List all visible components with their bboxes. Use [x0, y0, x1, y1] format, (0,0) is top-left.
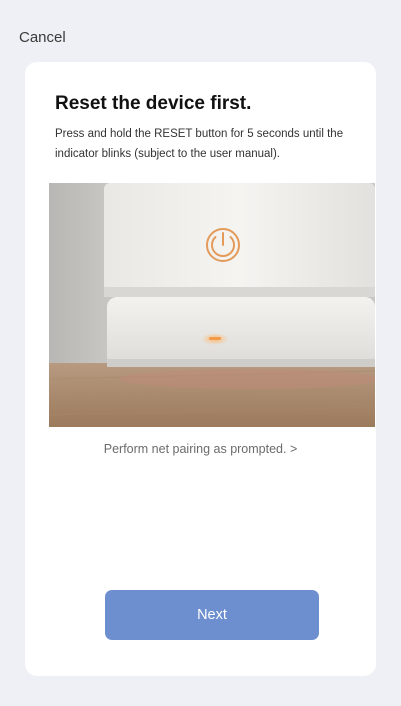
next-button[interactable]: Next: [105, 590, 319, 640]
reset-instructions-text: Press and hold the RESET button for 5 se…: [55, 128, 344, 160]
indicator-light: [209, 337, 221, 340]
device-reset-photo: [49, 183, 375, 427]
power-icon: [206, 228, 240, 262]
net-pairing-help-link[interactable]: Perform net pairing as prompted. >: [25, 442, 376, 456]
page-title: Reset the device first.: [55, 93, 252, 114]
reset-instructions-card: Reset the device first. Press and hold t…: [25, 62, 376, 676]
cancel-button[interactable]: Cancel: [19, 29, 66, 46]
screen: Cancel Reset the device first. Press and…: [0, 0, 401, 706]
